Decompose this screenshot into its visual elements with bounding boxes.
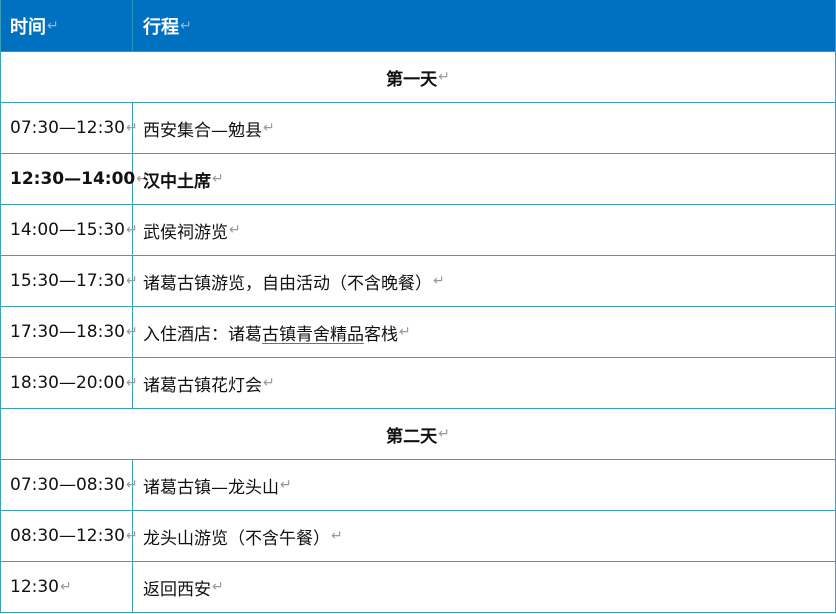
paragraph-mark-icon: ↵ (263, 120, 275, 136)
event-cell: 入住酒店：诸葛 古镇青舍精品 客栈 ↵ (133, 307, 835, 357)
time-cell: 12:30 ↵ (1, 562, 133, 612)
table-row: 18:30—20:00 ↵ 诸葛古镇花灯会 ↵ (1, 358, 835, 409)
paragraph-mark-icon: ↵ (212, 579, 224, 595)
time-text: 14:00—15:30 (10, 220, 125, 240)
time-cell: 07:30—08:30 ↵ (1, 460, 138, 510)
day-title: 第一天 (386, 69, 438, 90)
paragraph-mark-icon: ↵ (60, 579, 72, 595)
time-text: 15:30—17:30 (10, 271, 125, 291)
paragraph-mark-icon: ↵ (433, 273, 445, 289)
event-cell: 西安集合—勉县 ↵ (133, 103, 835, 153)
time-cell: 14:00—15:30 ↵ (1, 205, 138, 255)
event-text: 西安集合—勉县 (143, 120, 262, 141)
event-text-prefix: 入住酒店：诸葛 (143, 324, 262, 345)
table-row: 12:30—14:00 ↵ 汉中土席 ↵ (1, 154, 835, 205)
time-cell: 08:30—12:30 ↵ (1, 511, 138, 561)
event-cell: 返回西安 ↵ (133, 562, 835, 612)
time-text: 12:30—14:00 (10, 169, 136, 189)
header-event-cell: 行程 ↵ (133, 0, 835, 51)
header-time-label: 时间 (10, 16, 46, 38)
header-time-cell: 时间 ↵ (1, 0, 133, 51)
time-text: 07:30—12:30 (10, 118, 125, 138)
day-title: 第二天 (386, 426, 438, 447)
paragraph-mark-icon: ↵ (280, 477, 292, 493)
event-text: 返回西安 (143, 579, 211, 600)
time-cell: 18:30—20:00 ↵ (1, 358, 138, 408)
time-cell: 15:30—17:30 ↵ (1, 256, 138, 306)
time-cell: 12:30—14:00 ↵ (1, 154, 148, 204)
event-text: 龙头山游览（不含午餐） (143, 528, 330, 549)
event-text: 武侯祠游览 (143, 222, 228, 243)
paragraph-mark-icon: ↵ (263, 375, 275, 391)
day-title-cell: 第一天 ↵ (1, 52, 835, 102)
day-title-row: 第一天 ↵ (1, 52, 835, 103)
paragraph-mark-icon: ↵ (180, 17, 192, 34)
table-row: 17:30—18:30 ↵ 入住酒店：诸葛 古镇青舍精品 客栈 ↵ (1, 307, 835, 358)
time-text: 12:30 (10, 577, 59, 597)
time-text: 18:30—20:00 (10, 373, 125, 393)
itinerary-table: 时间 ↵ 行程 ↵ 第一天 ↵ 07:30—12:30 ↵ 西安集合—勉县 ↵ 12:30… (0, 0, 836, 613)
table-row: 08:30—12:30 ↵ 龙头山游览（不含午餐） ↵ (1, 511, 835, 562)
time-text: 08:30—12:30 (10, 526, 125, 546)
day-title-row: 第二天 ↵ (1, 409, 835, 460)
time-text: 17:30—18:30 (10, 322, 125, 342)
table-header-row: 时间 ↵ 行程 ↵ (1, 0, 835, 52)
paragraph-mark-icon: ↵ (438, 69, 450, 85)
table-row: 14:00—15:30 ↵ 武侯祠游览 ↵ (1, 205, 835, 256)
day-title-cell: 第二天 ↵ (1, 409, 835, 459)
event-text-suffix: 客栈 (364, 324, 398, 345)
event-cell: 诸葛古镇—龙头山 ↵ (133, 460, 835, 510)
event-text: 诸葛古镇花灯会 (143, 375, 262, 396)
event-cell: 诸葛古镇游览，自由活动（不含晚餐） ↵ (133, 256, 835, 306)
header-event-label: 行程 (143, 16, 179, 38)
table-row: 12:30 ↵ 返回西安 ↵ (1, 562, 835, 613)
paragraph-mark-icon: ↵ (212, 171, 224, 187)
paragraph-mark-icon: ↵ (331, 528, 343, 544)
paragraph-mark-icon: ↵ (47, 17, 59, 34)
table-row: 07:30—12:30 ↵ 西安集合—勉县 ↵ (1, 103, 835, 154)
event-text: 诸葛古镇游览，自由活动（不含晚餐） (143, 273, 432, 294)
paragraph-mark-icon: ↵ (399, 324, 411, 340)
event-cell: 汉中土席 ↵ (133, 154, 835, 204)
spellcheck-underlined-text: 古镇青舍精品 (262, 324, 364, 345)
paragraph-mark-icon: ↵ (438, 426, 450, 442)
event-text: 汉中土席 (143, 171, 211, 192)
event-cell: 龙头山游览（不含午餐） ↵ (133, 511, 835, 561)
table-row: 15:30—17:30 ↵ 诸葛古镇游览，自由活动（不含晚餐） ↵ (1, 256, 835, 307)
time-text: 07:30—08:30 (10, 475, 125, 495)
event-cell: 武侯祠游览 ↵ (133, 205, 835, 255)
paragraph-mark-icon: ↵ (229, 222, 241, 238)
time-cell: 17:30—18:30 ↵ (1, 307, 138, 357)
table-row: 07:30—08:30 ↵ 诸葛古镇—龙头山 ↵ (1, 460, 835, 511)
time-cell: 07:30—12:30 ↵ (1, 103, 138, 153)
event-cell: 诸葛古镇花灯会 ↵ (133, 358, 835, 408)
event-text: 诸葛古镇—龙头山 (143, 477, 279, 498)
